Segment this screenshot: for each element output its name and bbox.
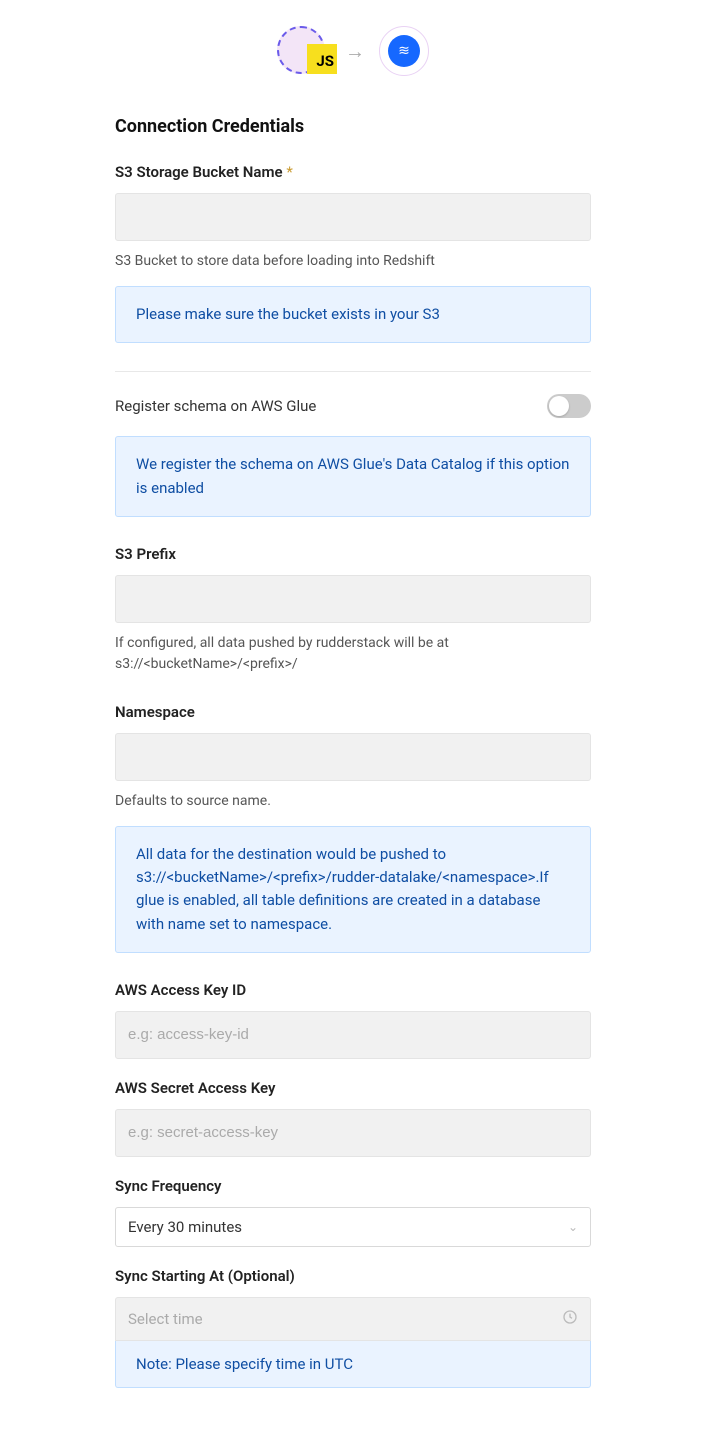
- toggle-glue[interactable]: [547, 394, 591, 418]
- clock-icon: [562, 1309, 578, 1329]
- label-sync-frequency: Sync Frequency: [115, 1177, 591, 1195]
- help-s3-bucket: S3 Bucket to store data before loading i…: [115, 251, 591, 272]
- label-text: S3 Storage Bucket Name: [115, 163, 283, 181]
- label-namespace: Namespace: [115, 703, 591, 721]
- help-namespace: Defaults to source name.: [115, 791, 591, 812]
- chevron-down-icon: ⌄: [568, 1220, 578, 1234]
- connection-header: JS → ≋: [115, 26, 591, 76]
- info-namespace: All data for the destination would be pu…: [115, 826, 591, 953]
- label-s3-prefix: S3 Prefix: [115, 545, 591, 563]
- arrow-right-icon: →: [345, 39, 365, 64]
- field-sync-frequency: Sync Frequency Every 30 minutes ⌄: [115, 1177, 591, 1247]
- field-secret-key: AWS Secret Access Key: [115, 1079, 591, 1157]
- input-sync-starting[interactable]: Select time: [115, 1297, 591, 1341]
- section-title: Connection Credentials: [115, 116, 591, 137]
- label-s3-bucket: S3 Storage Bucket Name *: [115, 163, 591, 181]
- help-s3-prefix: If configured, all data pushed by rudder…: [115, 633, 591, 675]
- input-access-key-id[interactable]: [115, 1011, 591, 1059]
- select-value: Every 30 minutes: [128, 1218, 242, 1236]
- select-sync-frequency[interactable]: Every 30 minutes ⌄: [115, 1207, 591, 1247]
- info-sync-starting: Note: Please specify time in UTC: [115, 1341, 591, 1388]
- destination-icon-ring: ≋: [379, 26, 429, 76]
- waves-icon: ≋: [398, 44, 410, 58]
- field-sync-starting: Sync Starting At (Optional) Select time …: [115, 1267, 591, 1388]
- field-glue: Register schema on AWS Glue We register …: [115, 394, 591, 517]
- field-namespace: Namespace Defaults to source name. All d…: [115, 703, 591, 953]
- destination-icon: ≋: [388, 35, 420, 67]
- divider: [115, 371, 591, 372]
- required-star-icon: *: [286, 163, 292, 181]
- info-s3-bucket: Please make sure the bucket exists in yo…: [115, 286, 591, 343]
- label-secret-key: AWS Secret Access Key: [115, 1079, 591, 1097]
- input-s3-prefix[interactable]: [115, 575, 591, 623]
- toggle-knob: [549, 396, 569, 416]
- input-secret-key[interactable]: [115, 1109, 591, 1157]
- source-icon-group: JS: [277, 26, 331, 76]
- info-glue: We register the schema on AWS Glue's Dat…: [115, 436, 591, 517]
- field-s3-prefix: S3 Prefix If configured, all data pushed…: [115, 545, 591, 675]
- javascript-icon: JS: [307, 44, 337, 74]
- input-s3-bucket[interactable]: [115, 193, 591, 241]
- label-access-key-id: AWS Access Key ID: [115, 981, 591, 999]
- label-glue: Register schema on AWS Glue: [115, 397, 316, 415]
- field-access-key-id: AWS Access Key ID: [115, 981, 591, 1059]
- field-s3-bucket: S3 Storage Bucket Name * S3 Bucket to st…: [115, 163, 591, 343]
- label-sync-starting: Sync Starting At (Optional): [115, 1267, 591, 1285]
- input-namespace[interactable]: [115, 733, 591, 781]
- time-placeholder: Select time: [128, 1310, 203, 1328]
